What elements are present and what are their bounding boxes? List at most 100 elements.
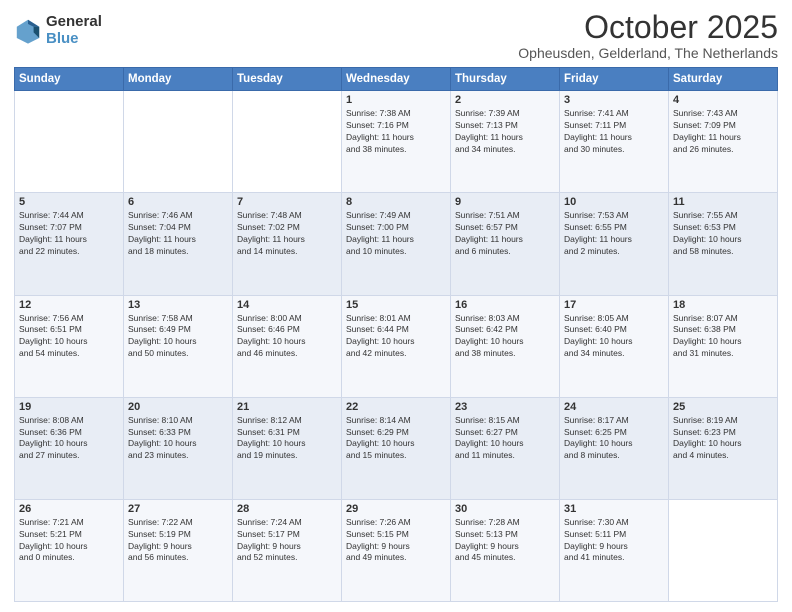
- day-number: 27: [128, 503, 228, 515]
- day-number: 16: [455, 299, 555, 311]
- day-info: Sunrise: 8:01 AM Sunset: 6:44 PM Dayligh…: [346, 313, 446, 361]
- day-number: 1: [346, 94, 446, 106]
- table-row: 17Sunrise: 8:05 AM Sunset: 6:40 PM Dayli…: [560, 295, 669, 397]
- day-info: Sunrise: 7:43 AM Sunset: 7:09 PM Dayligh…: [673, 108, 773, 156]
- col-sunday: Sunday: [15, 68, 124, 91]
- logo-text: General Blue: [46, 14, 102, 47]
- day-number: 19: [19, 401, 119, 413]
- day-info: Sunrise: 7:26 AM Sunset: 5:15 PM Dayligh…: [346, 517, 446, 565]
- day-info: Sunrise: 7:38 AM Sunset: 7:16 PM Dayligh…: [346, 108, 446, 156]
- day-number: 22: [346, 401, 446, 413]
- calendar-week-0: 1 Sunrise: 7:38 AM Sunset: 7:16 PM Daylig…: [15, 91, 778, 193]
- day-info: Sunrise: 7:39 AM Sunset: 7:13 PM Dayligh…: [455, 108, 555, 156]
- day-number: 24: [564, 401, 664, 413]
- day-number: 18: [673, 299, 773, 311]
- day-number: 17: [564, 299, 664, 311]
- logo: General Blue: [14, 14, 102, 47]
- table-row: 20 Sunrise: 8:10 AM Sunset: 6:33 PM Dayli…: [124, 397, 233, 499]
- day-number: 29: [346, 503, 446, 515]
- day-info: Sunrise: 8:08 AM Sunset: 6:36 PM Dayligh…: [19, 415, 119, 463]
- day-info: Sunrise: 7:58 AM Sunset: 6:49 PM Dayligh…: [128, 313, 228, 361]
- day-info: Sunrise: 7:24 AM Sunset: 5:17 PM Dayligh…: [237, 517, 337, 565]
- day-number: 10: [564, 196, 664, 208]
- month-title: October 2025: [518, 10, 778, 45]
- day-info: Sunrise: 7:46 AM Sunset: 7:04 PM Dayligh…: [128, 210, 228, 258]
- table-row: 13Sunrise: 7:58 AM Sunset: 6:49 PM Dayli…: [124, 295, 233, 397]
- day-number: 9: [455, 196, 555, 208]
- table-row: 24 Sunrise: 8:17 AM Sunset: 6:25 PM Dayli…: [560, 397, 669, 499]
- table-row: 22Sunrise: 8:14 AM Sunset: 6:29 PM Dayli…: [342, 397, 451, 499]
- day-info: Sunrise: 7:49 AM Sunset: 7:00 PM Dayligh…: [346, 210, 446, 258]
- location-subtitle: Opheusden, Gelderland, The Netherlands: [518, 45, 778, 61]
- calendar-week-3: 19 Sunrise: 8:08 AM Sunset: 6:36 PM Dayli…: [15, 397, 778, 499]
- table-row: 5Sunrise: 7:44 AM Sunset: 7:07 PM Daylig…: [15, 193, 124, 295]
- day-info: Sunrise: 8:12 AM Sunset: 6:31 PM Dayligh…: [237, 415, 337, 463]
- day-info: Sunrise: 8:17 AM Sunset: 6:25 PM Dayligh…: [564, 415, 664, 463]
- day-info: Sunrise: 8:07 AM Sunset: 6:38 PM Dayligh…: [673, 313, 773, 361]
- day-number: 14: [237, 299, 337, 311]
- calendar-header-row: Sunday Monday Tuesday Wednesday Thursday…: [15, 68, 778, 91]
- table-row: 31 Sunrise: 7:30 AM Sunset: 5:11 PM Dayli…: [560, 499, 669, 601]
- col-friday: Friday: [560, 68, 669, 91]
- day-number: 28: [237, 503, 337, 515]
- day-info: Sunrise: 7:55 AM Sunset: 6:53 PM Dayligh…: [673, 210, 773, 258]
- table-row: 30 Sunrise: 7:28 AM Sunset: 5:13 PM Dayli…: [451, 499, 560, 601]
- table-row: [233, 91, 342, 193]
- day-info: Sunrise: 7:44 AM Sunset: 7:07 PM Dayligh…: [19, 210, 119, 258]
- calendar-body: 1 Sunrise: 7:38 AM Sunset: 7:16 PM Daylig…: [15, 91, 778, 602]
- day-info: Sunrise: 7:53 AM Sunset: 6:55 PM Dayligh…: [564, 210, 664, 258]
- day-number: 20: [128, 401, 228, 413]
- day-number: 21: [237, 401, 337, 413]
- day-number: 12: [19, 299, 119, 311]
- table-row: 21 Sunrise: 8:12 AM Sunset: 6:31 PM Dayli…: [233, 397, 342, 499]
- table-row: 7 Sunrise: 7:48 AM Sunset: 7:02 PM Daylig…: [233, 193, 342, 295]
- day-number: 30: [455, 503, 555, 515]
- header: General Blue October 2025 Opheusden, Gel…: [14, 10, 778, 61]
- table-row: 6Sunrise: 7:46 AM Sunset: 7:04 PM Daylig…: [124, 193, 233, 295]
- day-info: Sunrise: 8:19 AM Sunset: 6:23 PM Dayligh…: [673, 415, 773, 463]
- day-info: Sunrise: 7:56 AM Sunset: 6:51 PM Dayligh…: [19, 313, 119, 361]
- col-thursday: Thursday: [451, 68, 560, 91]
- logo-icon: [14, 17, 42, 45]
- table-row: 1 Sunrise: 7:38 AM Sunset: 7:16 PM Daylig…: [342, 91, 451, 193]
- calendar-week-4: 26 Sunrise: 7:21 AM Sunset: 5:21 PM Dayli…: [15, 499, 778, 601]
- page: General Blue October 2025 Opheusden, Gel…: [0, 0, 792, 612]
- col-saturday: Saturday: [669, 68, 778, 91]
- logo-general-text: General: [46, 14, 102, 31]
- day-number: 26: [19, 503, 119, 515]
- calendar-week-1: 5Sunrise: 7:44 AM Sunset: 7:07 PM Daylig…: [15, 193, 778, 295]
- table-row: 14 Sunrise: 8:00 AM Sunset: 6:46 PM Dayli…: [233, 295, 342, 397]
- day-info: Sunrise: 7:48 AM Sunset: 7:02 PM Dayligh…: [237, 210, 337, 258]
- day-info: Sunrise: 7:41 AM Sunset: 7:11 PM Dayligh…: [564, 108, 664, 156]
- day-info: Sunrise: 8:00 AM Sunset: 6:46 PM Dayligh…: [237, 313, 337, 361]
- table-row: 25Sunrise: 8:19 AM Sunset: 6:23 PM Dayli…: [669, 397, 778, 499]
- day-info: Sunrise: 8:15 AM Sunset: 6:27 PM Dayligh…: [455, 415, 555, 463]
- table-row: 15 Sunrise: 8:01 AM Sunset: 6:44 PM Dayli…: [342, 295, 451, 397]
- day-number: 3: [564, 94, 664, 106]
- table-row: [124, 91, 233, 193]
- calendar-table: Sunday Monday Tuesday Wednesday Thursday…: [14, 67, 778, 602]
- table-row: 26 Sunrise: 7:21 AM Sunset: 5:21 PM Dayli…: [15, 499, 124, 601]
- calendar-week-2: 12 Sunrise: 7:56 AM Sunset: 6:51 PM Dayli…: [15, 295, 778, 397]
- day-info: Sunrise: 7:22 AM Sunset: 5:19 PM Dayligh…: [128, 517, 228, 565]
- day-info: Sunrise: 7:21 AM Sunset: 5:21 PM Dayligh…: [19, 517, 119, 565]
- table-row: 12 Sunrise: 7:56 AM Sunset: 6:51 PM Dayli…: [15, 295, 124, 397]
- title-block: October 2025 Opheusden, Gelderland, The …: [518, 10, 778, 61]
- table-row: 27 Sunrise: 7:22 AM Sunset: 5:19 PM Dayli…: [124, 499, 233, 601]
- day-number: 31: [564, 503, 664, 515]
- col-wednesday: Wednesday: [342, 68, 451, 91]
- table-row: 8 Sunrise: 7:49 AM Sunset: 7:00 PM Daylig…: [342, 193, 451, 295]
- table-row: 3 Sunrise: 7:41 AM Sunset: 7:11 PM Daylig…: [560, 91, 669, 193]
- day-number: 15: [346, 299, 446, 311]
- day-info: Sunrise: 7:30 AM Sunset: 5:11 PM Dayligh…: [564, 517, 664, 565]
- day-info: Sunrise: 8:10 AM Sunset: 6:33 PM Dayligh…: [128, 415, 228, 463]
- day-info: Sunrise: 7:51 AM Sunset: 6:57 PM Dayligh…: [455, 210, 555, 258]
- day-number: 2: [455, 94, 555, 106]
- table-row: 19 Sunrise: 8:08 AM Sunset: 6:36 PM Dayli…: [15, 397, 124, 499]
- table-row: 16Sunrise: 8:03 AM Sunset: 6:42 PM Dayli…: [451, 295, 560, 397]
- day-number: 4: [673, 94, 773, 106]
- day-info: Sunrise: 7:28 AM Sunset: 5:13 PM Dayligh…: [455, 517, 555, 565]
- col-tuesday: Tuesday: [233, 68, 342, 91]
- day-number: 8: [346, 196, 446, 208]
- day-number: 7: [237, 196, 337, 208]
